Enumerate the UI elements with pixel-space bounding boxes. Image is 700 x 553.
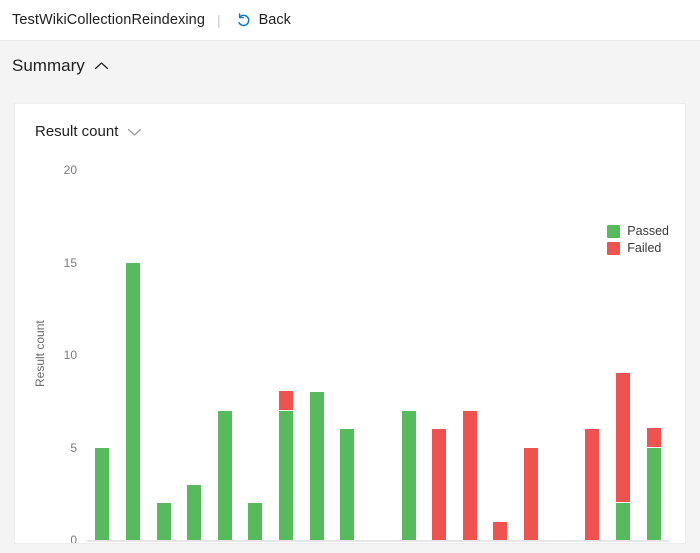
bar-stack[interactable] [401, 410, 416, 540]
bar-segment-passed[interactable] [217, 410, 232, 540]
y-axis-tick: 15 [63, 255, 77, 270]
bar-stack[interactable] [493, 521, 508, 540]
bar-slot[interactable] [332, 170, 363, 540]
bar-segment-passed[interactable] [309, 392, 324, 540]
bar-slot[interactable] [485, 170, 516, 540]
bar-stack[interactable] [95, 447, 110, 540]
summary-label: Summary [12, 56, 85, 75]
bar-segment-failed[interactable] [615, 372, 630, 502]
bar-stack[interactable] [125, 262, 140, 540]
bar-segment-passed[interactable] [340, 429, 355, 540]
bar-stack[interactable] [248, 503, 263, 540]
bar-slot[interactable] [393, 170, 424, 540]
bar-segment-failed[interactable] [462, 410, 477, 540]
bar-segment-passed[interactable] [279, 410, 294, 540]
results-summary-page: TestWikiCollectionReindexing | Back Summ… [0, 0, 700, 553]
bar-slot[interactable] [210, 170, 241, 540]
bar-segment-passed[interactable] [156, 503, 171, 540]
bar-stack[interactable] [462, 410, 477, 540]
bar-stack[interactable] [432, 429, 447, 540]
metric-selector[interactable]: Result count [15, 104, 685, 140]
bar-segment-passed[interactable] [646, 447, 661, 540]
bar-stack[interactable] [156, 503, 171, 540]
chart-card: Result count Result count 0 5 10 15 20 Passe… [14, 103, 686, 544]
bar-slot[interactable] [546, 170, 577, 540]
title-bar: TestWikiCollectionReindexing | Back [0, 0, 700, 41]
bar-segment-passed[interactable] [615, 503, 630, 540]
y-axis-tick: 20 [63, 163, 77, 177]
undo-arrow-icon [235, 12, 252, 29]
bar-stack[interactable] [585, 429, 600, 540]
y-axis-tick: 0 [70, 533, 77, 544]
bar-stack[interactable] [646, 428, 661, 540]
chevron-up-icon[interactable] [85, 61, 109, 71]
bar-segment-failed[interactable] [279, 391, 294, 410]
bar-stack[interactable] [187, 484, 202, 540]
bar-slot[interactable] [638, 170, 669, 540]
bar-slot[interactable] [148, 170, 179, 540]
y-axis-tick: 5 [70, 440, 77, 455]
bar-segment-passed[interactable] [401, 410, 416, 540]
chevron-down-icon[interactable] [118, 127, 142, 137]
page-title: TestWikiCollectionReindexing [12, 12, 205, 28]
bar-segment-failed[interactable] [646, 428, 661, 447]
bar-slot[interactable] [179, 170, 210, 540]
metric-selector-label: Result count [35, 123, 119, 140]
title-separator: | [217, 12, 221, 28]
bar-stack[interactable] [279, 391, 294, 540]
bar-stack[interactable] [524, 447, 539, 540]
bar-segment-passed[interactable] [125, 262, 140, 540]
y-axis-tick: 10 [63, 348, 77, 362]
bar-stack[interactable] [309, 392, 324, 540]
bar-segment-failed[interactable] [585, 429, 600, 540]
bar-segment-failed[interactable] [493, 521, 508, 540]
bar-slot[interactable] [240, 170, 271, 540]
bar-segment-failed[interactable] [432, 429, 447, 540]
bar-slot[interactable] [577, 170, 608, 540]
bar-stack[interactable] [340, 429, 355, 540]
bar-slot[interactable] [87, 170, 118, 540]
bar-segment-passed[interactable] [187, 484, 202, 540]
bar-slot[interactable] [608, 170, 639, 540]
bar-slot[interactable] [424, 170, 455, 540]
bar-series-group [87, 170, 669, 540]
bar-segment-failed[interactable] [524, 447, 539, 540]
bar-stack[interactable] [615, 372, 630, 540]
bar-slot[interactable] [301, 170, 332, 540]
bar-slot[interactable] [363, 170, 394, 540]
x-axis-baseline [87, 540, 669, 542]
bar-slot[interactable] [271, 170, 302, 540]
back-button[interactable]: Back [231, 10, 295, 31]
bar-segment-passed[interactable] [248, 503, 263, 540]
back-button-label: Back [258, 12, 291, 28]
bar-slot[interactable] [516, 170, 547, 540]
summary-section-header[interactable]: Summary [0, 41, 700, 91]
y-axis-ticks: 0 5 10 15 20 [45, 150, 77, 544]
bar-slot[interactable] [118, 170, 149, 540]
chart-plot: Result count 05101520 PassedFailed 2018-… [15, 150, 685, 544]
bar-segment-passed[interactable] [95, 447, 110, 540]
bar-slot[interactable] [455, 170, 486, 540]
bar-stack[interactable] [217, 410, 232, 540]
plot-area [87, 170, 669, 542]
